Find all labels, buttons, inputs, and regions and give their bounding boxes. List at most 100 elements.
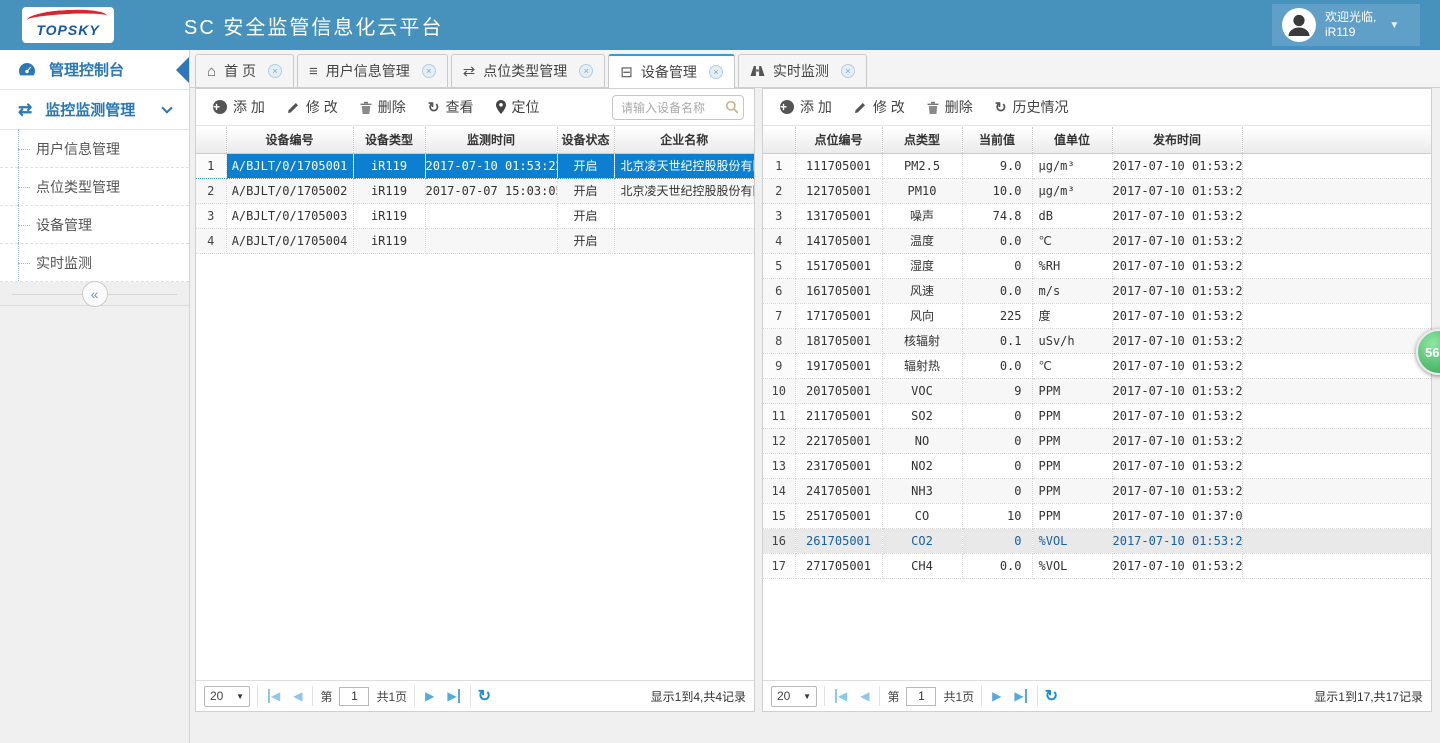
tab-device-mgmt[interactable]: ⊟设备管理× [608,54,735,88]
table-row[interactable]: 10201705001VOC9PPM2017-07-10 01:53:22 [763,378,1431,403]
cell [1242,503,1431,528]
welcome-text: 欢迎光临,iR119 [1325,10,1376,40]
table-row[interactable]: 15251705001CO10PPM2017-07-10 01:37:01 [763,503,1431,528]
table-row[interactable]: 7171705001风向225度2017-07-10 01:53:21 [763,303,1431,328]
point-delete-button[interactable]: 删除 [916,93,984,121]
next-page-button[interactable]: ▶ [989,688,1004,704]
point-toolbar: +添 加修 改删除↻历史情况 [763,89,1431,126]
refresh-button[interactable]: ↻ [478,686,491,706]
first-page-button[interactable]: ◀ [265,688,283,704]
point-edit-button[interactable]: 修 改 [843,93,916,121]
cell: 2017-07-10 01:53:21 [1112,478,1242,503]
cell [1242,353,1431,378]
table-row[interactable]: 2121705001PM1010.0μg/m³2017-07-10 01:53:… [763,178,1431,203]
point-add-button[interactable]: +添 加 [769,93,843,121]
page-size-select[interactable]: 20▼ [204,686,250,707]
cell: 14 [763,478,795,503]
device-locate-button[interactable]: 定位 [485,93,551,121]
sidebar-item-console[interactable]: 管理控制台 [0,50,189,90]
cell [1242,228,1431,253]
cell: 12 [763,428,795,453]
close-icon[interactable]: × [268,64,282,78]
cell: 辐射热 [882,353,962,378]
table-row[interactable]: 14241705001NH30PPM2017-07-10 01:53:21 [763,478,1431,503]
table-row[interactable]: 17271705001CH40.0%VOL2017-07-10 01:53:21 [763,553,1431,578]
refresh-icon: ↻ [428,99,440,116]
device-edit-button[interactable]: 修 改 [276,93,349,121]
cell [614,203,754,228]
point-history-button[interactable]: ↻历史情况 [984,93,1080,121]
table-row[interactable]: 4A/BJLT/0/1705004iR119开启 [196,228,754,253]
next-page-button[interactable]: ▶ [422,688,437,704]
table-row[interactable]: 3A/BJLT/0/1705003iR119开启 [196,203,754,228]
page-title: SC 安全监管信息化云平台 [184,11,443,40]
last-page-button[interactable]: ▶ [444,688,462,704]
search-icon[interactable] [725,100,739,114]
cell: 271705001 [795,553,882,578]
cell: 251705001 [795,503,882,528]
cell: 2017-07-07 15:03:05 [425,178,557,203]
table-row[interactable]: 4141705001温度0.0℃2017-07-10 01:53:22 [763,228,1431,253]
sidebar: 管理控制台 ⇄ 监控监测管理 用户信息管理点位类型管理设备管理实时监测 « [0,50,190,743]
cell [1242,178,1431,203]
cell: iR119 [353,228,425,253]
tab-user-info-mgmt[interactable]: ≡用户信息管理× [297,54,448,87]
tab-point-type-mgmt[interactable]: ⇄点位类型管理× [451,54,606,87]
table-row[interactable]: 12221705001NO0PPM2017-07-10 01:53:21 [763,428,1431,453]
sidebar-item-device-mgmt[interactable]: 设备管理 [0,206,189,244]
button-label: 查看 [446,97,474,117]
table-row[interactable]: 5151705001湿度0%RH2017-07-10 01:53:22 [763,253,1431,278]
table-row[interactable]: 11211705001SO20PPM2017-07-10 01:53:22 [763,403,1431,428]
close-icon[interactable]: × [579,64,593,78]
sidebar-item-user-info-mgmt[interactable]: 用户信息管理 [0,130,189,168]
cell [1242,153,1431,178]
tab-label: 设备管理 [641,62,697,82]
table-row[interactable]: 13231705001NO20PPM2017-07-10 01:53:22 [763,453,1431,478]
sidebar-item-realtime-monitor[interactable]: 实时监测 [0,244,189,282]
page-size-select[interactable]: 20▼ [771,686,817,707]
device-search [612,95,744,120]
cell [425,203,557,228]
column-header [196,127,226,153]
user-menu-button[interactable]: 欢迎光临,iR119 ▼ [1272,4,1420,46]
table-row[interactable]: 16261705001CO20%VOL2017-07-10 01:53:22 [763,528,1431,553]
prev-page-button[interactable]: ◀ [290,688,305,704]
tab-home[interactable]: ⌂首 页× [195,54,294,87]
device-delete-button[interactable]: 删除 [349,93,417,121]
sidebar-collapse-button[interactable]: « [82,281,108,307]
first-page-button[interactable]: ◀ [832,688,850,704]
last-page-button[interactable]: ▶ [1011,688,1029,704]
column-header: 点类型 [882,127,962,153]
cell: 2017-07-10 01:53:22 [425,153,557,178]
cell: 9 [962,378,1032,403]
tab-realtime-monitor[interactable]: 实时监测× [738,54,867,87]
table-row[interactable]: 2A/BJLT/0/1705002iR1192017-07-07 15:03:0… [196,178,754,203]
cell: 2017-07-10 01:53:22 [1112,403,1242,428]
close-icon[interactable]: × [709,65,723,79]
table-row[interactable]: 6161705001风速0.0m/s2017-07-10 01:53:21 [763,278,1431,303]
table-row[interactable]: 8181705001核辐射0.1uSv/h2017-07-10 01:53:21 [763,328,1431,353]
cell: 0 [962,428,1032,453]
button-label: 定位 [512,97,540,117]
sidebar-item-point-type-mgmt[interactable]: 点位类型管理 [0,168,189,206]
cell [1242,378,1431,403]
table-row[interactable]: 1A/BJLT/0/1705001iR1192017-07-10 01:53:2… [196,153,754,178]
column-header: 设备编号 [226,127,353,153]
device-view-button[interactable]: ↻ 查看 [417,93,485,121]
table-row[interactable]: 9191705001辐射热0.0℃2017-07-10 01:53:21 [763,353,1431,378]
cell: 2017-07-10 01:53:22 [1112,528,1242,553]
table-row[interactable]: 3131705001噪声74.8dB2017-07-10 01:53:22 [763,203,1431,228]
page-input[interactable] [906,687,936,706]
button-label: 添 加 [233,97,265,117]
prev-page-button[interactable]: ◀ [857,688,872,704]
cell: VOC [882,378,962,403]
cell: 0.1 [962,328,1032,353]
close-icon[interactable]: × [841,64,855,78]
device-add-button[interactable]: +添 加 [202,93,276,121]
page-input[interactable] [339,687,369,706]
close-icon[interactable]: × [422,64,436,78]
refresh-button[interactable]: ↻ [1045,686,1058,706]
sidebar-item-monitor-mgmt[interactable]: ⇄ 监控监测管理 [0,90,189,130]
table-row[interactable]: 1111705001PM2.59.0μg/m³2017-07-10 01:53:… [763,153,1431,178]
device-panel: +添 加修 改删除↻查看定位 设备编号设备类型监测时间设备状态企业名称1A/BJ… [195,88,755,712]
